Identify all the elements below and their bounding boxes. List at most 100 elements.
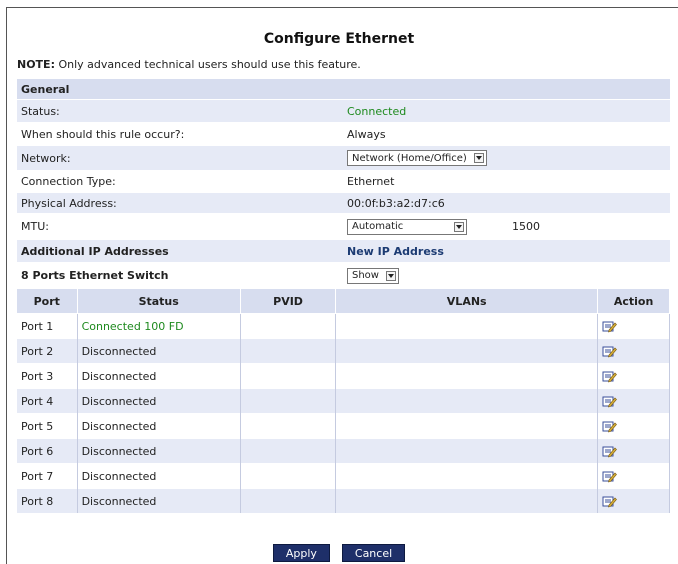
- chevron-down-icon: [454, 221, 464, 232]
- form-buttons: Apply Cancel: [0, 544, 678, 562]
- ethernet-switch-label: 8 Ports Ethernet Switch: [21, 269, 169, 282]
- header-vlans: VLANs: [335, 289, 599, 314]
- connection-type-row: Connection Type: Ethernet: [17, 171, 670, 193]
- status-cell: Disconnected: [77, 463, 241, 489]
- port-cell: Port 8: [17, 488, 78, 513]
- network-row: Network: Network (Home/Office): [17, 146, 670, 171]
- action-cell: [597, 413, 670, 439]
- vlans-cell: [335, 338, 599, 364]
- action-cell: [597, 438, 670, 464]
- page-title: Configure Ethernet: [263, 31, 415, 47]
- status-value: Connected: [347, 104, 407, 118]
- edit-pencil-icon[interactable]: [602, 320, 618, 333]
- pvid-cell: [240, 488, 337, 513]
- table-row: Port 2 Disconnected: [17, 338, 670, 364]
- pvid-cell: [240, 338, 337, 364]
- port-cell: Port 4: [17, 388, 78, 414]
- network-select[interactable]: Network (Home/Office): [347, 150, 487, 166]
- note-label: NOTE:: [17, 58, 55, 71]
- chevron-down-icon: [474, 153, 484, 163]
- pvid-cell: [240, 438, 337, 464]
- port-cell: Port 6: [17, 438, 78, 464]
- table-row: Port 4 Disconnected: [17, 388, 670, 414]
- status-row: Status: Connected: [17, 100, 670, 123]
- network-select-value: Network (Home/Office): [352, 152, 467, 164]
- vlans-cell: [335, 363, 599, 389]
- action-cell: [597, 488, 670, 513]
- vlans-cell: [335, 388, 599, 414]
- table-row: Port 7 Disconnected: [17, 463, 670, 489]
- table-row: Port 8 Disconnected: [17, 488, 670, 513]
- configure-ethernet-panel: General Status: Connected When should th…: [17, 79, 670, 513]
- connection-type-label: Connection Type:: [21, 175, 116, 188]
- mtu-select-value: Automatic: [352, 221, 404, 232]
- header-status: Status: [77, 289, 241, 314]
- ports-table-header: Port Status PVID VLANs Action: [17, 289, 670, 314]
- additional-ip-label: Additional IP Addresses: [21, 244, 169, 258]
- edit-pencil-icon[interactable]: [602, 470, 618, 483]
- status-cell: Disconnected: [77, 388, 241, 414]
- edit-pencil-icon[interactable]: [602, 445, 618, 458]
- vlans-cell: [335, 463, 599, 489]
- port-cell: Port 1: [17, 313, 78, 339]
- pvid-cell: [240, 313, 337, 339]
- ports-table: Port Status PVID VLANs Action Port 1 Conn…: [17, 289, 670, 513]
- mtu-number: 1500: [512, 220, 540, 233]
- rule-row: When should this rule occur?: Always: [17, 123, 670, 146]
- apply-button[interactable]: Apply: [272, 544, 330, 562]
- edit-pencil-icon[interactable]: [602, 395, 618, 408]
- note-text: Only advanced technical users should use…: [58, 58, 361, 71]
- general-header: General: [17, 79, 670, 100]
- pvid-cell: [240, 413, 337, 439]
- table-row: Port 3 Disconnected: [17, 363, 670, 389]
- cancel-button[interactable]: Cancel: [341, 544, 406, 562]
- general-header-label: General: [21, 82, 70, 96]
- table-row: Port 5 Disconnected: [17, 413, 670, 439]
- port-cell: Port 3: [17, 363, 78, 389]
- port-cell: Port 5: [17, 413, 78, 439]
- action-cell: [597, 463, 670, 489]
- status-cell: Disconnected: [77, 413, 241, 439]
- window-left-border: [6, 7, 7, 564]
- mtu-select[interactable]: Automatic: [347, 218, 467, 235]
- header-action: Action: [597, 289, 670, 314]
- connection-type-value: Ethernet: [347, 175, 395, 188]
- status-label: Status:: [21, 104, 60, 118]
- edit-pencil-icon[interactable]: [602, 345, 618, 358]
- rule-value: Always: [347, 127, 386, 141]
- network-label: Network:: [21, 151, 71, 165]
- action-cell: [597, 363, 670, 389]
- edit-pencil-icon[interactable]: [602, 370, 618, 383]
- status-cell: Disconnected: [77, 363, 241, 389]
- action-cell: [597, 338, 670, 364]
- action-cell: [597, 388, 670, 414]
- status-cell: Disconnected: [77, 438, 241, 464]
- physical-address-row: Physical Address: 00:0f:b3:a2:d7:c6: [17, 193, 670, 214]
- action-cell: [597, 313, 670, 339]
- note: NOTE: Only advanced technical users shou…: [17, 58, 361, 71]
- status-cell: Disconnected: [77, 338, 241, 364]
- vlans-cell: [335, 313, 599, 339]
- ethernet-switch-row: 8 Ports Ethernet Switch Show: [17, 263, 670, 289]
- edit-pencil-icon[interactable]: [602, 495, 618, 508]
- new-ip-address-link[interactable]: New IP Address: [347, 245, 444, 258]
- rule-label: When should this rule occur?:: [21, 127, 185, 141]
- edit-pencil-icon[interactable]: [602, 420, 618, 433]
- additional-ip-row: Additional IP Addresses New IP Address: [17, 240, 670, 263]
- port-cell: Port 2: [17, 338, 78, 364]
- header-port: Port: [17, 289, 78, 314]
- window-top-border: [6, 7, 678, 8]
- pvid-cell: [240, 363, 337, 389]
- switch-show-select[interactable]: Show: [347, 267, 399, 284]
- physical-address-label: Physical Address:: [21, 196, 117, 210]
- physical-address-value: 00:0f:b3:a2:d7:c6: [347, 196, 445, 210]
- mtu-label: MTU:: [21, 220, 49, 233]
- header-pvid: PVID: [240, 289, 337, 314]
- chevron-down-icon: [386, 270, 396, 281]
- vlans-cell: [335, 488, 599, 513]
- table-row: Port 6 Disconnected: [17, 438, 670, 464]
- port-cell: Port 7: [17, 463, 78, 489]
- table-row: Port 1 Connected 100 FD: [17, 313, 670, 339]
- switch-show-value: Show: [352, 270, 379, 281]
- mtu-row: MTU: Automatic 1500: [17, 214, 670, 240]
